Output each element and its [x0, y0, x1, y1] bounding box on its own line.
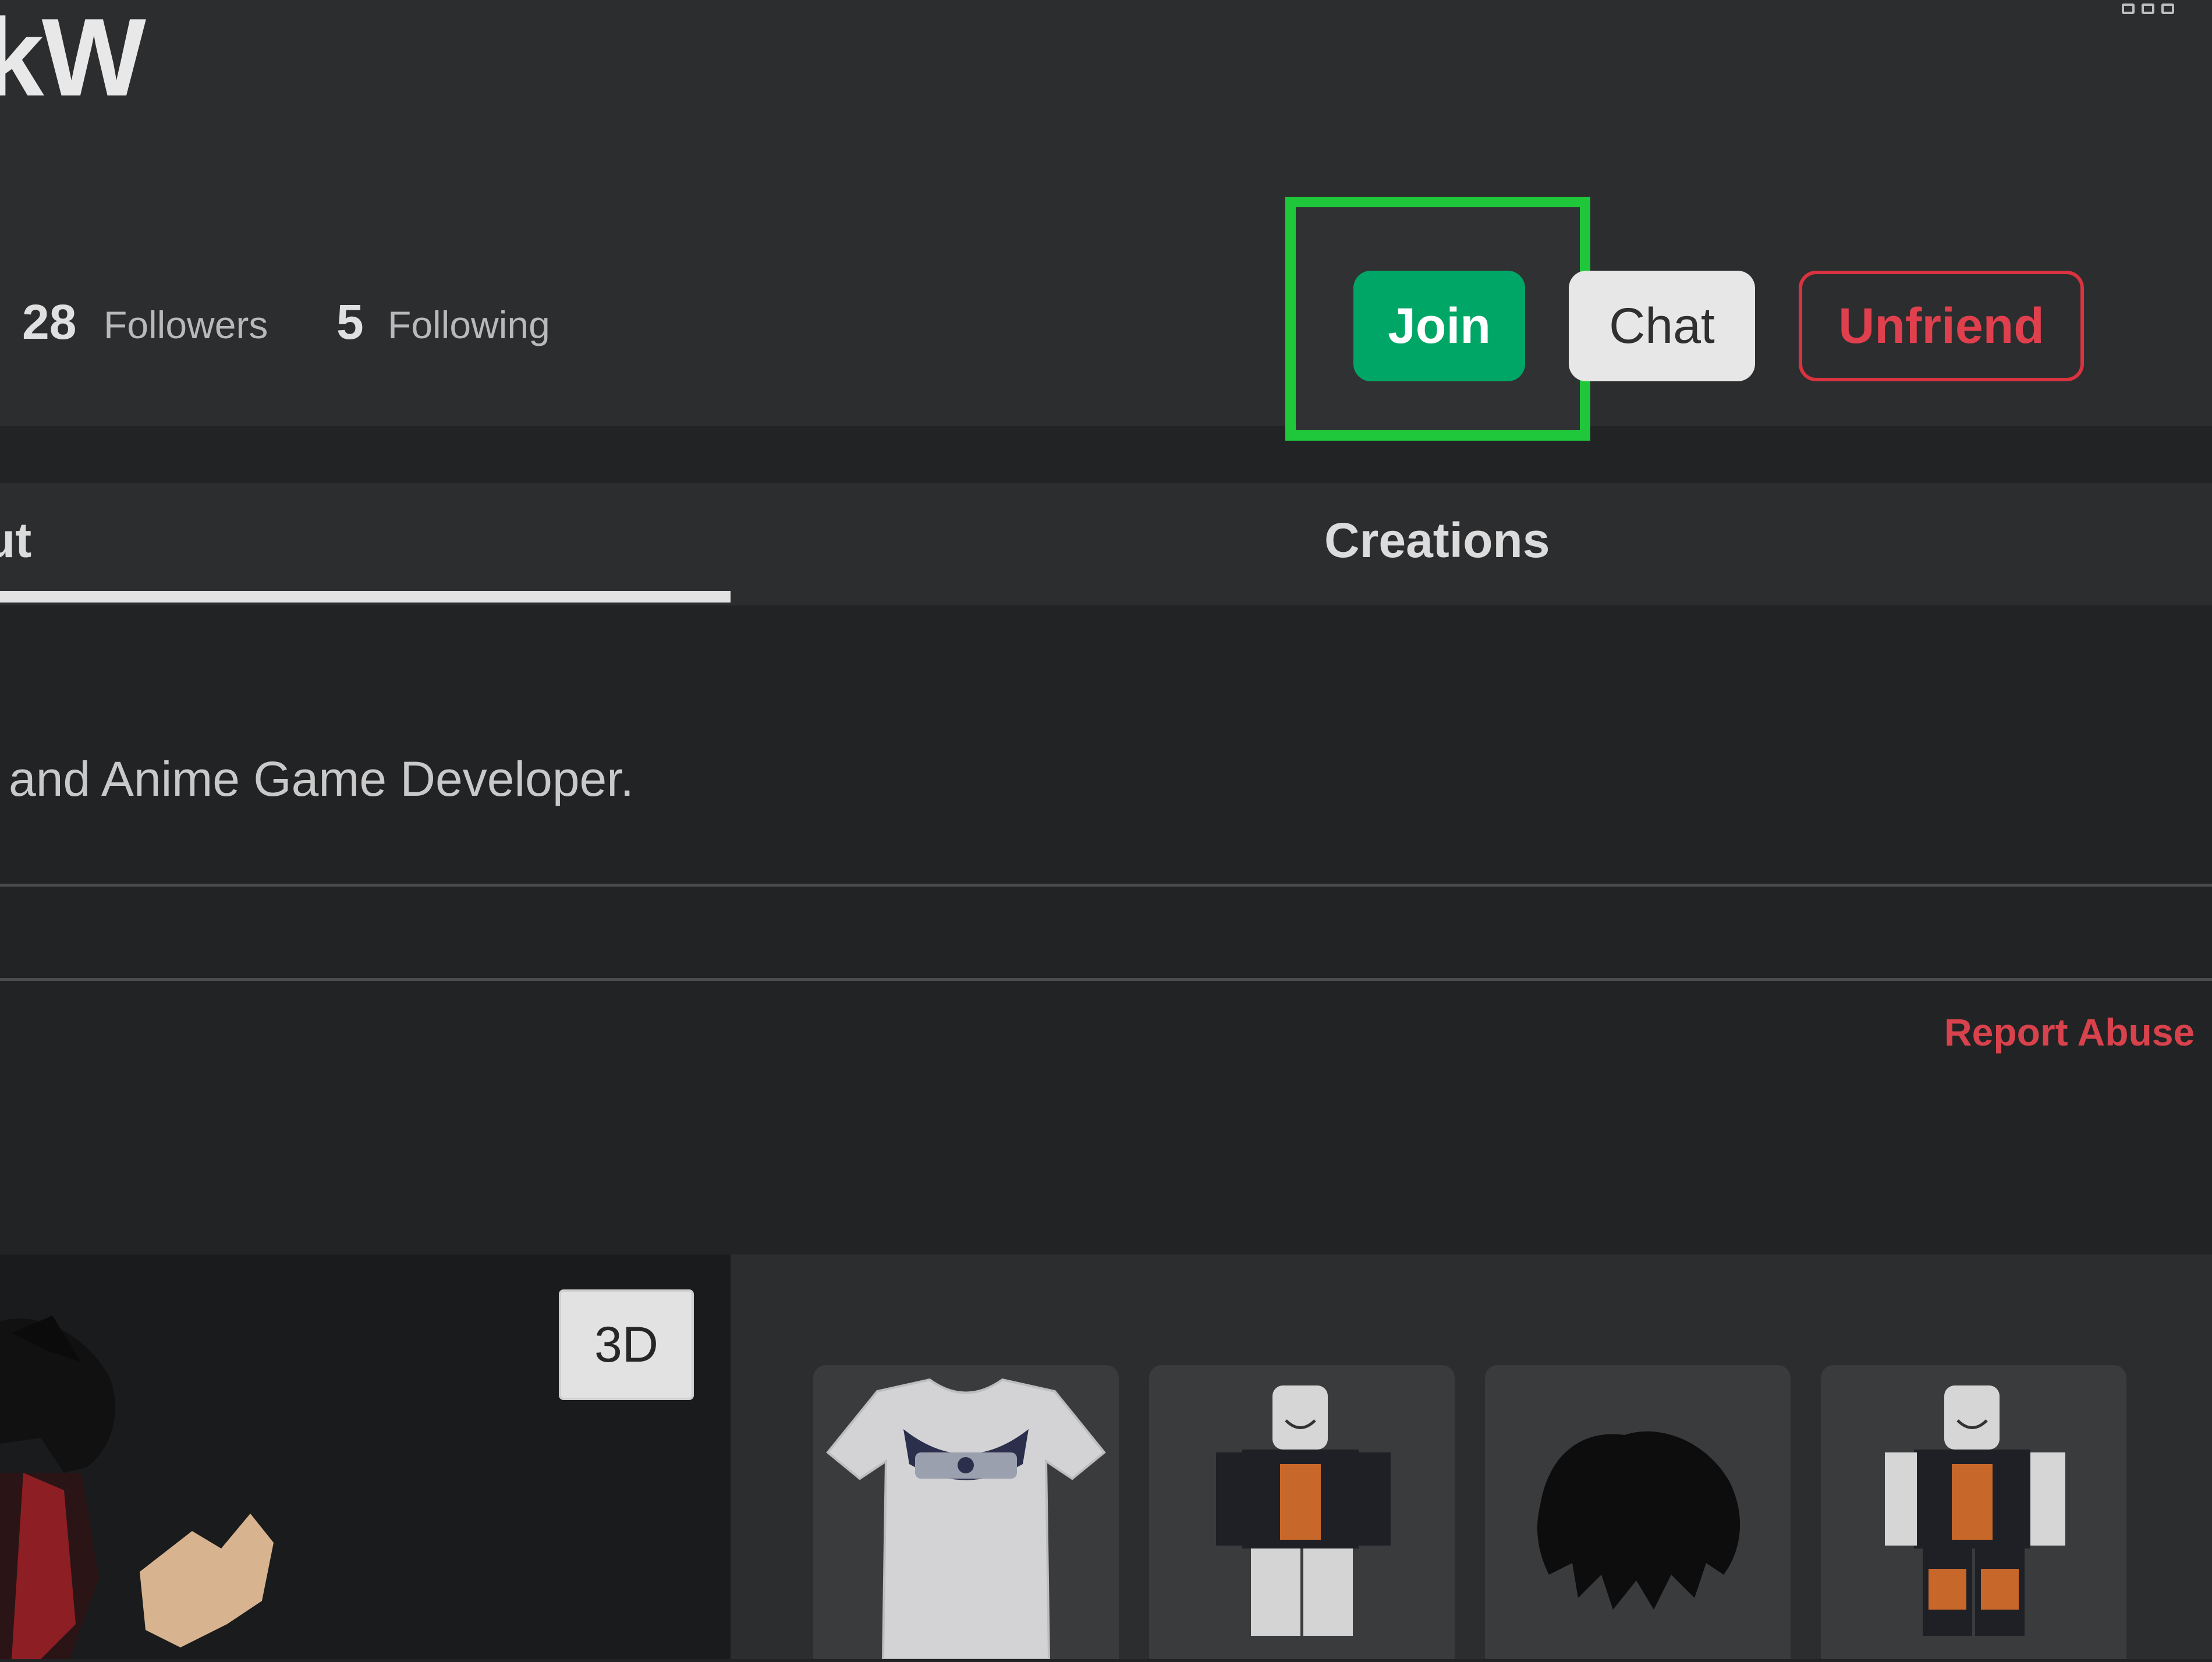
profile-tabs [0, 483, 2212, 605]
chat-button[interactable]: Chat [1569, 271, 1755, 381]
avatar-render [0, 1298, 349, 1659]
divider [0, 978, 2212, 981]
followers-label[interactable]: Followers [104, 303, 268, 347]
profile-description: and Anime Game Developer. [9, 752, 634, 806]
outfit-icon [1885, 1385, 2065, 1636]
active-tab-indicator [0, 591, 731, 603]
followers-count[interactable]: 28 [22, 294, 76, 350]
tab-creations[interactable]: Creations [1324, 512, 1550, 569]
wearing-item-outfit[interactable] [1821, 1365, 2126, 1659]
divider [0, 884, 2212, 887]
join-button[interactable]: Join [1353, 271, 1525, 381]
hair-icon [1537, 1431, 1740, 1610]
wearing-item-outfit[interactable] [1149, 1365, 1455, 1659]
tab-about[interactable]: ut [0, 512, 31, 569]
profile-username: kW [0, 0, 146, 119]
view-3d-button[interactable]: 3D [559, 1289, 694, 1400]
wearing-item-shirt[interactable] [813, 1365, 1119, 1659]
outfit-icon [1216, 1385, 1391, 1636]
following-label[interactable]: Following [388, 303, 550, 347]
following-count[interactable]: 5 [336, 294, 364, 350]
more-options-icon[interactable] [2122, 3, 2180, 21]
report-abuse-link[interactable]: Report Abuse [1944, 1010, 2195, 1054]
unfriend-button[interactable]: Unfriend [1799, 271, 2084, 381]
wearing-item-hair[interactable] [1485, 1365, 1791, 1659]
shirt-icon [826, 1378, 1106, 1659]
